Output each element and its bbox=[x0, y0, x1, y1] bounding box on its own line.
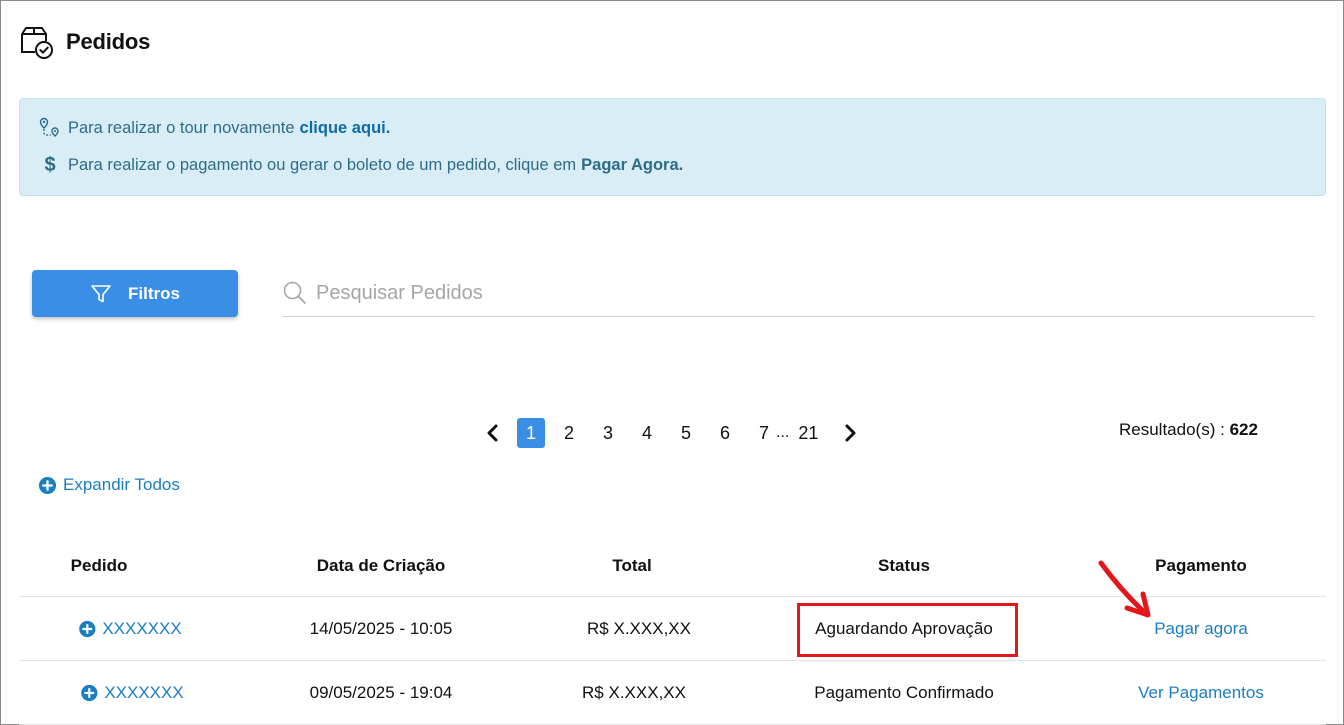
table-row: XXXXXXX 09/05/2025 - 19:04 R$ X.XXX,XX P… bbox=[19, 661, 1326, 725]
next-page-button[interactable] bbox=[837, 418, 863, 448]
results-count: Resultado(s) : 622 bbox=[1119, 420, 1258, 440]
order-id-link[interactable]: XXXXXXX bbox=[78, 618, 182, 639]
plus-circle-icon bbox=[79, 620, 96, 637]
order-id: XXXXXXX bbox=[102, 618, 182, 638]
plus-circle-icon bbox=[38, 476, 57, 494]
expand-all-button[interactable]: Expandir Todos bbox=[38, 475, 180, 495]
results-label: Resultado(s) : bbox=[1119, 420, 1225, 439]
column-header-pagamento: Pagamento bbox=[1155, 556, 1247, 575]
payment-info-line: $ Para realizar o pagamento ou gerar o b… bbox=[38, 153, 683, 177]
order-total: R$ X.XXX,XX bbox=[587, 618, 691, 638]
page-header: Pedidos bbox=[18, 24, 150, 60]
expand-all-label: Expandir Todos bbox=[63, 475, 180, 494]
order-total: R$ X.XXX,XX bbox=[582, 682, 686, 702]
column-header-data: Data de Criação bbox=[316, 556, 446, 575]
chevron-right-icon bbox=[845, 424, 856, 442]
red-arrow-icon bbox=[1098, 560, 1151, 618]
filters-button-label: Filtros bbox=[128, 283, 180, 303]
pagination-ellipsis: ... bbox=[776, 424, 790, 441]
page-1-button[interactable]: 1 bbox=[517, 418, 545, 448]
search-input[interactable] bbox=[316, 281, 1216, 305]
page-3-button[interactable]: 3 bbox=[598, 418, 618, 448]
payment-info-text: Para realizar o pagamento ou gerar o bol… bbox=[68, 155, 577, 174]
order-id-link[interactable]: XXXXXXX bbox=[80, 682, 184, 703]
chevron-left-icon bbox=[487, 424, 498, 442]
page-5-button[interactable]: 5 bbox=[676, 418, 696, 448]
page-title: Pedidos bbox=[66, 29, 151, 54]
map-pin-route-icon bbox=[38, 116, 62, 140]
column-header-status: Status bbox=[878, 556, 930, 575]
info-banner: Para realizar o tour novamente clique aq… bbox=[19, 98, 1326, 196]
box-check-icon bbox=[21, 27, 53, 59]
status-highlight-box bbox=[797, 603, 1018, 657]
plus-circle-icon bbox=[81, 684, 98, 701]
order-id: XXXXXXX bbox=[104, 682, 184, 702]
filters-button[interactable]: Filtros bbox=[32, 270, 238, 317]
search-icon bbox=[283, 281, 306, 304]
prev-page-button[interactable] bbox=[480, 418, 506, 448]
page-6-button[interactable]: 6 bbox=[715, 418, 735, 448]
page-7-button[interactable]: 7 bbox=[754, 418, 774, 448]
tour-info-text: Para realizar o tour novamente bbox=[68, 118, 295, 137]
payment-info-highlight: Pagar Agora. bbox=[581, 155, 684, 174]
tour-info-line: Para realizar o tour novamente clique aq… bbox=[38, 116, 390, 140]
order-date: 14/05/2025 - 10:05 bbox=[309, 618, 453, 638]
results-value: 622 bbox=[1229, 420, 1258, 439]
dollar-icon: $ bbox=[44, 153, 56, 176]
tour-link[interactable]: clique aqui. bbox=[300, 119, 391, 138]
search-bar bbox=[282, 270, 1315, 317]
page-2-button[interactable]: 2 bbox=[559, 418, 579, 448]
column-header-total: Total bbox=[612, 556, 652, 575]
pagination: 1 2 3 4 5 6 7 ... 21 bbox=[480, 418, 863, 448]
filter-icon bbox=[91, 284, 111, 302]
pay-now-link[interactable]: Pagar agora bbox=[1154, 619, 1248, 639]
column-header-pedido: Pedido bbox=[70, 556, 128, 575]
order-date: 09/05/2025 - 19:04 bbox=[309, 682, 453, 702]
page-4-button[interactable]: 4 bbox=[637, 418, 657, 448]
order-status: Pagamento Confirmado bbox=[814, 682, 994, 702]
page-last-button[interactable]: 21 bbox=[795, 418, 821, 448]
view-payments-link[interactable]: Ver Pagamentos bbox=[1138, 683, 1264, 703]
